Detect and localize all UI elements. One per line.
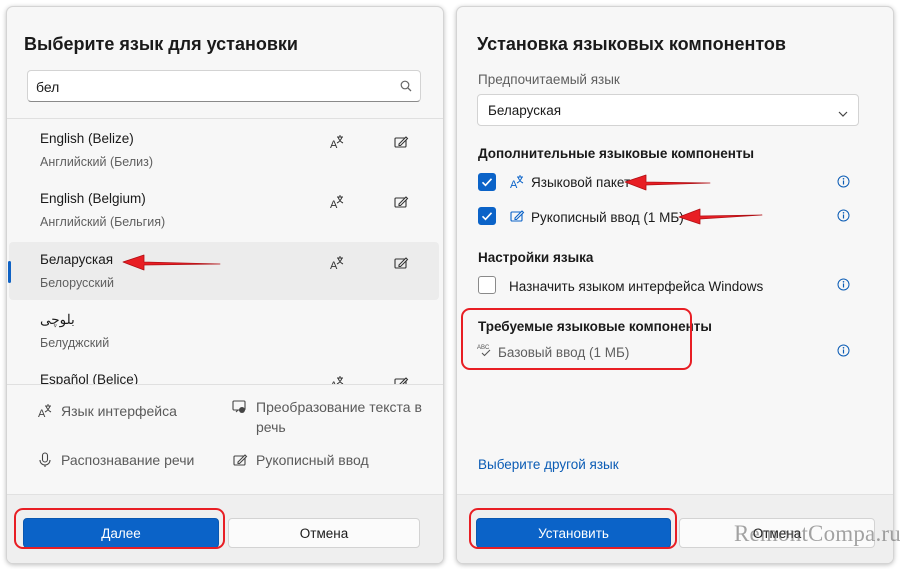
checkbox-checked[interactable]: [478, 207, 496, 225]
option-set-display-language[interactable]: Назначить языком интерфейса Windows: [477, 276, 877, 298]
info-icon[interactable]: [837, 175, 850, 193]
language-name: Беларуская: [40, 252, 114, 267]
checkbox-unchecked[interactable]: [478, 276, 496, 294]
language-pack-icon: A: [329, 255, 345, 276]
arrow-annotation: [678, 208, 763, 225]
handwriting-icon: [393, 134, 409, 155]
svg-text:A: A: [330, 199, 338, 210]
cancel-button[interactable]: Отмена: [228, 518, 420, 548]
microphone-icon: [37, 452, 53, 473]
option-label: Назначить языком интерфейса Windows: [509, 279, 764, 294]
language-name: English (Belize): [40, 131, 134, 146]
language-name: Español (Belice): [40, 372, 139, 384]
feature-label: Язык интерфейса: [61, 403, 177, 419]
option-label: Языковой пакет: [531, 175, 631, 190]
feature-label: Рукописный ввод: [256, 452, 369, 468]
svg-text:A: A: [330, 260, 338, 271]
language-select-dialog: Выберите язык для установки English (Bel…: [6, 6, 444, 564]
highlight-next-button: [14, 508, 225, 549]
optional-features-heading: Дополнительные языковые компоненты: [478, 146, 755, 161]
language-pack-icon: A: [329, 375, 345, 384]
search-icon[interactable]: [400, 79, 412, 97]
divider: [7, 384, 443, 385]
dropdown-value: Беларуская: [488, 103, 562, 118]
language-pack-icon: A: [329, 194, 345, 215]
language-settings-heading: Настройки языка: [478, 250, 594, 265]
highlight-install-button: [469, 508, 677, 549]
language-item[interactable]: English (Belgium) Английский (Бельгия) A: [9, 181, 439, 239]
language-item-selected[interactable]: Беларуская Белорусский A: [8, 242, 439, 300]
choose-another-language-link[interactable]: Выберите другой язык: [478, 457, 619, 472]
handwriting-icon: [509, 208, 525, 229]
info-icon[interactable]: [837, 278, 850, 296]
handwriting-icon: [393, 255, 409, 276]
highlight-required-features: [461, 308, 692, 370]
language-subtitle: Английский (Белиз): [40, 155, 154, 169]
language-subtitle: Английский (Бельгия): [40, 215, 166, 229]
feature-label: Преобразование текста в речь: [256, 399, 422, 435]
option-label: Рукописный ввод (1 МБ): [531, 210, 684, 225]
svg-text:A: A: [510, 179, 518, 190]
language-subtitle: Белуджский: [40, 336, 110, 350]
search-box[interactable]: [27, 70, 421, 102]
arrow-annotation: [122, 254, 221, 271]
search-input[interactable]: [36, 77, 376, 97]
arrow-annotation: [624, 174, 711, 191]
preferred-language-label: Предпочитаемый язык: [478, 72, 620, 87]
language-item[interactable]: English (Belize) Английский (Белиз) A: [9, 121, 439, 179]
svg-text:A: A: [38, 408, 46, 419]
svg-text:A: A: [330, 139, 338, 150]
watermark: RemontCompa.ru: [734, 521, 900, 546]
feature-label: Распознавание речи: [61, 452, 195, 468]
language-pack-icon: A: [509, 174, 525, 195]
language-name: بلوچی: [40, 312, 75, 327]
handwriting-icon: [393, 375, 409, 384]
dialog-title: Выберите язык для установки: [24, 34, 298, 54]
text-to-speech-icon: [232, 399, 248, 420]
checkbox-checked[interactable]: [478, 173, 496, 191]
selection-indicator: [8, 261, 11, 283]
chevron-down-icon: [838, 105, 848, 123]
install-features-dialog: Установка языковых компонентов Предпочит…: [456, 6, 894, 564]
language-name: English (Belgium): [40, 191, 146, 206]
language-item[interactable]: Español (Belice) A: [9, 362, 439, 384]
info-icon[interactable]: [837, 209, 850, 227]
info-icon[interactable]: [837, 344, 850, 362]
language-list[interactable]: English (Belize) Английский (Белиз) A En…: [7, 118, 443, 384]
dialog-title: Установка языковых компонентов: [477, 34, 786, 54]
display-language-icon: A: [37, 403, 53, 424]
language-item[interactable]: بلوچی Белуджский: [9, 302, 439, 360]
language-subtitle: Белорусский: [40, 276, 114, 290]
preferred-language-dropdown[interactable]: Беларуская: [477, 94, 859, 126]
handwriting-icon: [232, 452, 248, 473]
handwriting-icon: [393, 194, 409, 215]
language-pack-icon: A: [329, 134, 345, 155]
